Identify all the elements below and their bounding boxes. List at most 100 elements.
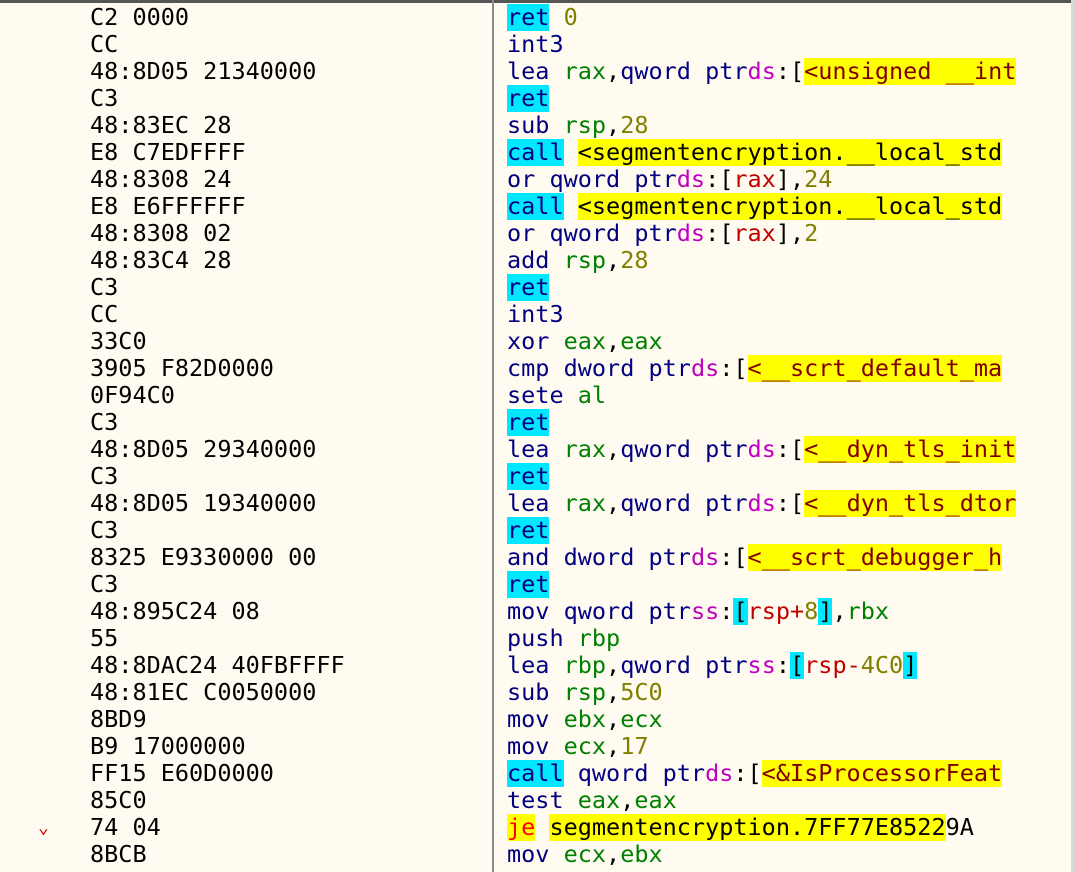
disasm-row[interactable]: 33C0 xor eax,eax	[0, 328, 1071, 355]
disasm-row[interactable]: 48:8308 02 or qword ptrds:[rax],2	[0, 220, 1071, 247]
operand-comma: ,	[606, 58, 621, 85]
disasm-row[interactable]: C3 ret	[0, 517, 1071, 544]
disasm-row[interactable]: 48:8D05 21340000 lea rax,qword ptrds:[<un…	[0, 58, 1071, 85]
disasm-row[interactable]: 85C0 test eax,eax	[0, 787, 1071, 814]
mnemonic: or	[507, 166, 536, 193]
instruction-text: ret	[507, 274, 1071, 301]
disasm-row[interactable]: 48:895C24 08 mov qword ptrss:[rsp+8],rbx	[0, 598, 1071, 625]
operand-sz: dword ptr	[549, 355, 691, 382]
operand-num: 0	[549, 4, 578, 31]
instruction-text: ret	[507, 517, 1071, 544]
disassembly-listing[interactable]: C2 0000 ret 0 CC int3 48:8D05 21340000 lea ra…	[0, 4, 1071, 868]
disasm-row[interactable]: 48:83C4 28 add rsp,28	[0, 247, 1071, 274]
disasm-row[interactable]: E8 E6FFFFFF call <segmentencryption.__loc…	[0, 193, 1071, 220]
mnemonic: ret	[507, 409, 550, 436]
disasm-row[interactable]: 48:8D05 29340000 lea rax,qword ptrds:[<__…	[0, 436, 1071, 463]
mnemonic: call	[507, 760, 564, 787]
disasm-row[interactable]: 48:81EC C0050000 sub rsp,5C0	[0, 679, 1071, 706]
operand-sz: qword ptr	[620, 58, 748, 85]
operand-memplus: +	[790, 598, 805, 625]
instruction-text: lea rax,qword ptrds:[<__dyn_tls_dtor	[507, 490, 1071, 517]
operand-num: 5C0	[620, 679, 663, 706]
disasm-row[interactable]: 48:8308 24 or qword ptrds:[rax],24	[0, 166, 1071, 193]
operand-comma: :[	[733, 760, 762, 787]
instruction-text: add rsp,28	[507, 247, 1071, 274]
disasm-row[interactable]: 0F94C0 sete al	[0, 382, 1071, 409]
operand-comma: ,	[606, 328, 621, 355]
operand-sz: qword ptr	[535, 166, 677, 193]
column-separator[interactable]	[492, 0, 494, 872]
disasm-row[interactable]: ⌄ 74 04 je segmentencryption.7FF77E85229A	[0, 814, 1071, 841]
disasm-row[interactable]: 48:83EC 28 sub rsp,28	[0, 112, 1071, 139]
disasm-row[interactable]: CC int3	[0, 301, 1071, 328]
operand-comma: ,	[606, 247, 621, 274]
operand-seg: ss	[690, 598, 720, 625]
operand-comma: ,	[606, 652, 621, 679]
disasm-row[interactable]: 3905 F82D0000 cmp dword ptrds:[<__scrt_de…	[0, 355, 1071, 382]
disasm-row[interactable]: C3 ret	[0, 85, 1071, 112]
instruction-bytes: CC	[90, 30, 119, 58]
operand-brkc: ]	[818, 598, 833, 625]
operand-mem: rax	[733, 220, 776, 247]
disasm-row[interactable]: C3 ret	[0, 409, 1071, 436]
operand-comma: :	[719, 598, 734, 625]
instruction-bytes: B9 17000000	[90, 732, 246, 760]
instruction-bytes: 48:8D05 29340000	[90, 435, 317, 463]
disasm-row[interactable]: 8BCB mov ecx,ebx	[0, 841, 1071, 868]
disasm-row[interactable]: C3 ret	[0, 571, 1071, 598]
instruction-bytes: 48:8308 24	[90, 165, 232, 193]
instruction-bytes: 33C0	[90, 327, 147, 355]
instruction-text: int3	[507, 301, 1071, 328]
disasm-row[interactable]: C3 ret	[0, 463, 1071, 490]
operand-comma: ,	[606, 733, 621, 760]
instruction-text: cmp dword ptrds:[<__scrt_default_ma	[507, 355, 1071, 382]
operand-reg: rax	[549, 436, 607, 463]
instruction-bytes: 85C0	[90, 786, 147, 814]
operand-reg: al	[563, 382, 607, 409]
operand-comma: :[	[775, 436, 805, 463]
disasm-row[interactable]: B9 17000000 mov ecx,17	[0, 733, 1071, 760]
operand-comma: ,	[606, 706, 621, 733]
instruction-text: sete al	[507, 382, 1071, 409]
disasm-row[interactable]: 8BD9 mov ebx,ecx	[0, 706, 1071, 733]
disasm-row[interactable]: 48:8D05 19340000 lea rax,qword ptrds:[<__…	[0, 490, 1071, 517]
operand-sym: <__scrt_debugger_h	[747, 544, 1003, 571]
instruction-text: mov qword ptrss:[rsp+8],rbx	[507, 598, 1071, 625]
operand-seg: ds	[747, 436, 776, 463]
operand-reg: ecx	[549, 733, 607, 760]
mnemonic: call	[507, 193, 564, 220]
disasm-row[interactable]: C2 0000 ret 0	[0, 4, 1071, 31]
disasm-row[interactable]: 55 push rbp	[0, 625, 1071, 652]
operand-sym: <&IsProcessorFeat	[761, 760, 1003, 787]
operand-seg: ds	[747, 490, 776, 517]
disasm-row[interactable]: CC int3	[0, 31, 1071, 58]
instruction-bytes: E8 E6FFFFFF	[90, 192, 246, 220]
instruction-text: push rbp	[507, 625, 1071, 652]
operand-sz: qword ptr	[563, 760, 706, 787]
operand-seg: ss	[747, 652, 776, 679]
mnemonic: mov	[507, 706, 550, 733]
operand-reg: eax	[620, 328, 663, 355]
operand-seg: ds	[705, 760, 734, 787]
instruction-bytes: 48:8D05 19340000	[90, 489, 317, 517]
instruction-bytes: 0F94C0	[90, 381, 175, 409]
mnemonic: ret	[507, 4, 550, 31]
instruction-bytes: 8BD9	[90, 705, 147, 733]
instruction-text: lea rbp,qword ptrss:[rsp-4C0]	[507, 652, 1071, 679]
disasm-row[interactable]: 48:8DAC24 40FBFFFF lea rbp,qword ptrss:[r…	[0, 652, 1071, 679]
disasm-row[interactable]: 8325 E9330000 00 and dword ptrds:[<__scrt…	[0, 544, 1071, 571]
scrollbar-edge[interactable]	[1071, 0, 1075, 872]
operand-num: 28	[620, 112, 649, 139]
disasm-row[interactable]: C3 ret	[0, 274, 1071, 301]
instruction-bytes: C3	[90, 273, 119, 301]
disasm-row[interactable]: E8 C7EDFFFF call <segmentencryption.__loc…	[0, 139, 1071, 166]
mnemonic: int3	[507, 31, 564, 58]
operand-sym: <__scrt_default_ma	[747, 355, 1003, 382]
operand-reg: ecx	[620, 706, 663, 733]
instruction-text: and dword ptrds:[<__scrt_debugger_h	[507, 544, 1071, 571]
operand-plain	[564, 139, 578, 166]
instruction-text: je segmentencryption.7FF77E85229A	[507, 814, 1071, 841]
instruction-bytes: C3	[90, 516, 119, 544]
disasm-row[interactable]: FF15 E60D0000 call qword ptrds:[<&IsProce…	[0, 760, 1071, 787]
operand-reg: eax	[563, 787, 621, 814]
